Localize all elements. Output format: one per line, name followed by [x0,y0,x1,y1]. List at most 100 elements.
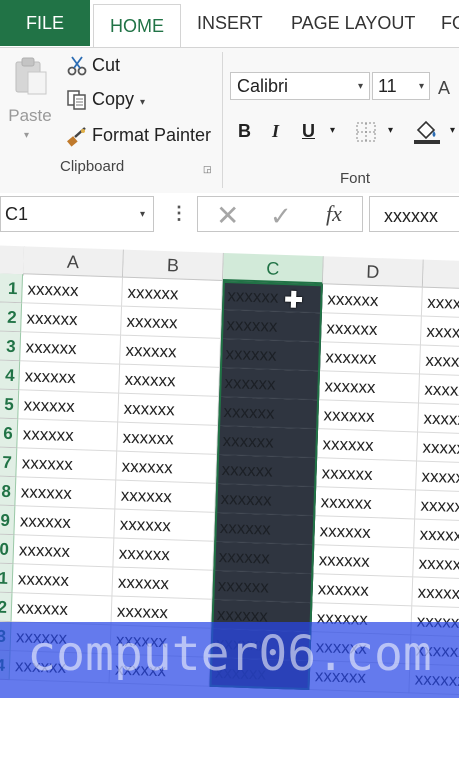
row-header[interactable]: 2 [0,591,13,623]
cell[interactable]: xxxxxx [314,516,416,549]
row-header[interactable]: 4 [0,359,21,391]
cell[interactable]: xxxxxx [13,535,115,568]
row-header[interactable]: 2 [0,301,23,333]
chevron-down-icon[interactable]: ▾ [140,97,145,108]
cell[interactable]: xxxxxx [15,477,117,510]
cell[interactable]: xxxxxx [420,316,459,349]
cell[interactable]: xxxxxx [317,429,419,462]
dialog-launcher-icon[interactable]: ◲ [203,164,213,174]
cell[interactable]: xxxxxx [20,332,122,365]
cell[interactable]: xxxxxx [220,338,321,372]
row-header[interactable]: 7 [0,446,18,478]
worksheet-grid[interactable]: ABCDE1xxxxxxxxxxxxxxxxxxxxxxxxxxxxxx2xxx… [0,245,459,781]
row-header[interactable]: 0 [0,533,15,565]
formula-input[interactable]: xxxxxx [369,196,459,232]
cell[interactable]: xxxxxx [318,400,419,433]
column-header-d[interactable]: D [322,256,424,288]
cell[interactable]: xxxxxx [121,306,222,339]
cell[interactable]: xxxxxx [17,419,119,452]
cell[interactable]: xxxxxx [117,422,219,455]
tab-page-layout[interactable]: PAGE LAYOUT [291,0,415,46]
increase-font-size-button[interactable]: A [438,78,450,99]
cell[interactable]: xxxxxx [12,564,114,597]
fill-color-icon[interactable] [412,118,442,144]
cell[interactable]: xxxxxx [112,567,214,600]
cell[interactable]: xxxxxx [416,461,459,494]
column-header-c[interactable]: C [222,252,324,285]
chevron-down-icon[interactable]: ▾ [419,81,424,92]
borders-icon[interactable] [356,122,376,142]
tab-home[interactable]: HOME [93,4,181,48]
cell[interactable]: xxxxxx [19,361,121,394]
cell[interactable]: xxxxxx [221,280,323,314]
row-header[interactable]: 1 [0,562,14,594]
tab-formulas[interactable]: FO [441,0,459,46]
paste-button[interactable]: Paste ▾ [4,54,56,184]
chevron-down-icon[interactable]: ▾ [450,118,455,144]
name-box[interactable]: C1 ▾ [0,196,154,232]
cell[interactable]: xxxxxx [119,364,221,397]
cell[interactable]: xxxxxx [116,451,218,484]
row-header[interactable]: 6 [0,417,19,449]
cell[interactable]: xxxxxx [221,309,322,343]
cell[interactable]: xxxxxx [118,393,220,426]
row-header[interactable]: 8 [0,475,17,507]
cell[interactable]: xxxxxx [421,287,459,320]
cell[interactable]: xxxxxx [11,593,113,626]
bold-button[interactable]: B [238,118,251,144]
cell[interactable]: xxxxxx [415,490,459,523]
cell[interactable]: xxxxxx [319,371,420,404]
cell[interactable]: xxxxxx [320,313,422,346]
cut-button[interactable]: Cut [66,52,120,78]
cell[interactable]: xxxxxx [412,577,459,610]
format-painter-button[interactable]: Format Painter [66,122,211,148]
chevron-down-icon[interactable]: ▾ [24,130,29,141]
insert-function-button[interactable]: fx [326,201,342,227]
chevron-down-icon[interactable]: ▾ [358,81,363,92]
cell[interactable]: xxxxxx [414,519,459,552]
enter-button[interactable]: ✓ [270,201,292,232]
cell[interactable]: xxxxxx [218,396,320,430]
cell[interactable]: xxxxxx [312,574,414,607]
cell[interactable]: xxxxxx [22,274,123,307]
cell[interactable]: xxxxxx [217,425,319,459]
cell[interactable]: xxxxxx [16,448,118,481]
cell[interactable]: xxxxxx [214,512,316,546]
cell[interactable]: xxxxxx [21,303,123,336]
row-header[interactable]: 5 [0,388,20,420]
cell[interactable]: xxxxxx [321,284,423,317]
cell[interactable]: xxxxxx [418,374,459,407]
tab-insert[interactable]: INSERT [197,0,263,46]
cell[interactable]: xxxxxx [315,487,417,520]
cell[interactable]: xxxxxx [215,483,317,517]
cell[interactable]: xxxxxx [212,570,314,604]
cell[interactable]: xxxxxx [120,335,222,368]
cell[interactable]: xxxxxx [320,342,421,375]
column-header-a[interactable]: A [23,246,124,278]
cell[interactable]: xxxxxx [316,458,418,491]
cell[interactable]: xxxxxx [213,541,315,575]
cell[interactable]: xxxxxx [417,432,459,465]
cell[interactable]: xxxxxx [18,390,120,423]
italic-button[interactable]: I [272,118,279,144]
cell[interactable]: xxxxxx [114,509,216,542]
tab-file[interactable]: FILE [0,0,90,46]
copy-button[interactable]: Copy ▾ [66,86,145,112]
cell[interactable]: xxxxxx [413,548,459,581]
column-header-e[interactable]: E [422,259,459,291]
cell[interactable]: xxxxxx [122,277,223,310]
cancel-button[interactable]: ✕ [216,199,239,232]
row-header[interactable]: 3 [0,330,22,362]
cell[interactable]: xxxxxx [14,506,116,539]
underline-button[interactable]: U [302,118,315,144]
font-name-select[interactable]: Calibri ▾ [230,72,370,100]
chevron-down-icon[interactable]: ▾ [388,118,393,144]
cell[interactable]: xxxxxx [419,345,459,378]
cell[interactable]: xxxxxx [115,480,217,513]
cell[interactable]: xxxxxx [219,367,321,401]
cell[interactable]: xxxxxx [113,538,215,571]
row-header[interactable]: 9 [0,504,16,536]
chevron-down-icon[interactable]: ▾ [330,118,335,144]
select-all-corner[interactable] [0,245,25,276]
cell[interactable]: xxxxxx [313,545,415,578]
